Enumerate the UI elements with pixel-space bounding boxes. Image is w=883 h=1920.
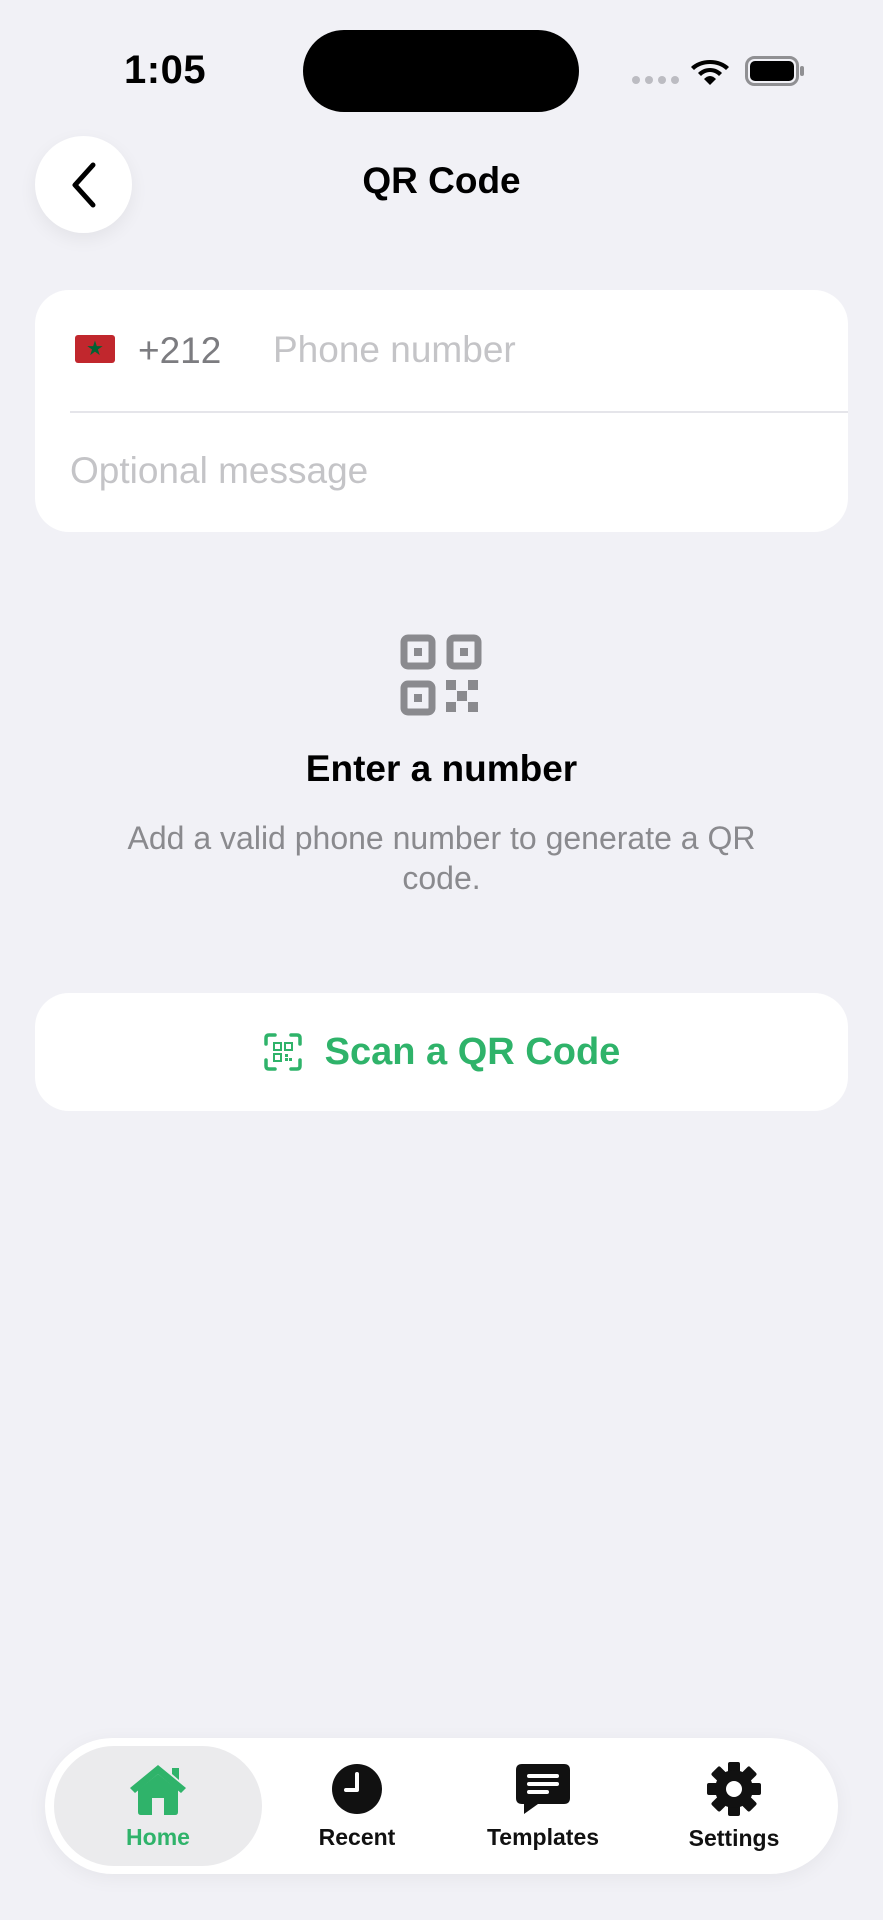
empty-state-title: Enter a number	[305, 748, 578, 789]
tab-templates-label: Templates	[486, 1823, 600, 1850]
tab-settings-label: Settings	[688, 1824, 780, 1851]
tab-recent-label: Recent	[318, 1823, 396, 1850]
gear-icon	[707, 1761, 761, 1816]
tab-templates[interactable]: Templates	[453, 1746, 633, 1866]
phone-row: ★ +212	[35, 290, 848, 411]
dynamic-island	[303, 30, 579, 112]
divider	[70, 411, 848, 413]
phone-input-card: ★ +212	[35, 290, 848, 532]
country-dial-code[interactable]: +212	[138, 330, 221, 372]
empty-state-description: Add a valid phone number to generate a Q…	[127, 820, 756, 896]
tab-home-label: Home	[126, 1823, 190, 1850]
qr-scan-icon	[263, 1033, 302, 1071]
wifi-icon	[691, 60, 729, 85]
qr-code-screen: 1:05 QR Code ★ +212 Phone number Optiona…	[0, 0, 883, 1920]
tab-home[interactable]: Home	[54, 1746, 262, 1866]
phone-number-input[interactable]	[273, 320, 813, 380]
qr-code-icon	[400, 634, 482, 716]
tab-settings[interactable]: Settings	[649, 1746, 819, 1866]
tab-recent[interactable]: Recent	[277, 1746, 437, 1866]
scan-qr-code-button[interactable]: Scan a QR Code	[35, 993, 848, 1111]
clock-icon	[332, 1763, 382, 1814]
home-icon	[130, 1764, 186, 1815]
scan-button-label: Scan a QR Code	[324, 1030, 621, 1073]
optional-message-input[interactable]	[70, 441, 810, 501]
message-icon	[516, 1763, 570, 1814]
status-time: 1:05	[124, 48, 207, 92]
tab-bar: Home Recent Templates Settings	[45, 1738, 838, 1874]
page-title: QR Code	[362, 160, 521, 201]
country-flag-icon[interactable]: ★	[75, 335, 115, 363]
battery-icon	[745, 56, 804, 86]
cellular-signal-icon	[632, 76, 679, 84]
